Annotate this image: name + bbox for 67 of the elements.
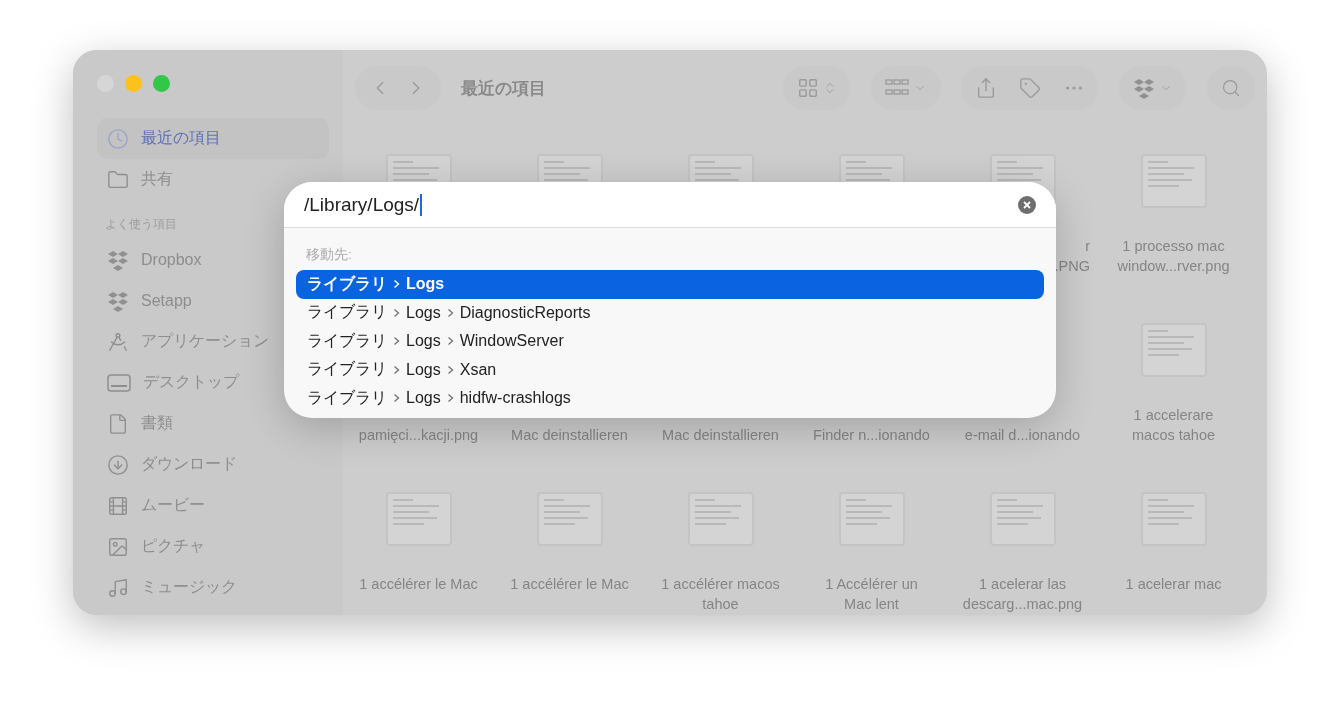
file-thumbnail[interactable] — [1140, 323, 1207, 377]
download-icon — [107, 453, 129, 476]
file-name: Finder n...ionando — [812, 426, 931, 445]
chevron-icon — [393, 307, 400, 318]
tag-icon[interactable] — [1019, 77, 1041, 99]
zoom-button[interactable] — [153, 74, 170, 92]
result-item[interactable]: ライブラリ Logs Xsan — [296, 355, 1044, 384]
minimize-button[interactable] — [125, 74, 142, 92]
file-name: 1 accelerare macos tahoe — [1131, 406, 1216, 445]
file-thumbnail[interactable] — [989, 492, 1056, 546]
results-heading: 移動先: — [305, 246, 353, 264]
result-item[interactable]: ライブラリ Logs hidfw-crashlogs — [296, 384, 1044, 413]
result-item[interactable]: ライブラリ Logs WindowServer — [296, 327, 1044, 356]
chevron-icon — [446, 307, 454, 318]
sidebar-item[interactable]: ムービー — [97, 485, 329, 526]
diamonds-icon — [107, 289, 129, 312]
music-icon — [107, 576, 129, 599]
file-thumbnail[interactable] — [536, 492, 603, 546]
dropbox-icon — [107, 248, 129, 271]
file-name: pamięci...kacji.png — [357, 426, 480, 445]
desktop-icon — [107, 372, 131, 393]
view-button[interactable] — [783, 66, 851, 110]
chevron-icon — [393, 279, 400, 290]
window-title: 最近の項目 — [461, 77, 547, 100]
file-name: 1 accélérer le Mac — [509, 575, 630, 594]
result-item[interactable]: ライブラリ Logs DiagnosticReports — [296, 298, 1044, 327]
file-name: 1 processo mac window...rver.png — [1116, 237, 1231, 276]
file-thumbnail[interactable] — [687, 492, 754, 546]
chevron-icon — [393, 393, 400, 404]
dropbox-icon — [1133, 77, 1155, 99]
clock-icon — [107, 127, 129, 150]
grid-icon[interactable] — [797, 77, 819, 99]
file-name: Mac deinstallieren — [661, 426, 780, 445]
file-name: Mac deinstallieren — [510, 426, 629, 445]
result-item[interactable]: ライブラリ Logs — [296, 270, 1044, 299]
file-name: r .PNG — [1053, 237, 1091, 276]
file-name: 1 acelerar mac — [1124, 575, 1223, 594]
file-name: e-mail d...ionando — [963, 426, 1082, 445]
file-name: 1 Accélérer un Mac lent — [824, 575, 919, 614]
dropbox-button[interactable] — [1119, 66, 1187, 110]
clear-icon[interactable] — [1018, 195, 1036, 214]
file-thumbnail[interactable] — [838, 492, 905, 546]
sidebar-item[interactable]: ピクチャ — [97, 526, 329, 567]
search-icon[interactable] — [1221, 78, 1241, 98]
group-button[interactable] — [871, 66, 941, 110]
chevron-icon — [446, 393, 454, 404]
file-name: 1 accélérer macos tahoe — [660, 575, 781, 614]
document-icon — [107, 412, 129, 435]
chevron-icon — [393, 364, 400, 375]
film-icon — [107, 494, 129, 517]
compass-icon — [107, 330, 129, 353]
sidebar-item[interactable]: ダウンロード — [97, 444, 329, 485]
sidebar-item[interactable]: 最近の項目 — [97, 118, 329, 159]
sidebar-item[interactable]: ミュージック — [97, 567, 329, 608]
picture-icon — [107, 535, 129, 558]
file-name: 1 accélérer le Mac — [358, 575, 479, 594]
shared-folder-icon — [107, 168, 129, 191]
file-thumbnail[interactable] — [1140, 492, 1207, 546]
file-name: 1 acelerar las descarg...mac.png — [961, 575, 1084, 614]
chevron-icon — [446, 364, 454, 375]
file-thumbnail[interactable] — [385, 492, 452, 546]
chevron-icon — [393, 336, 400, 347]
search-button[interactable] — [1207, 66, 1255, 110]
share-icon[interactable] — [975, 77, 997, 99]
rows-icon — [885, 79, 909, 97]
file-thumbnail[interactable] — [1140, 154, 1207, 208]
chevron-icon — [446, 336, 454, 347]
